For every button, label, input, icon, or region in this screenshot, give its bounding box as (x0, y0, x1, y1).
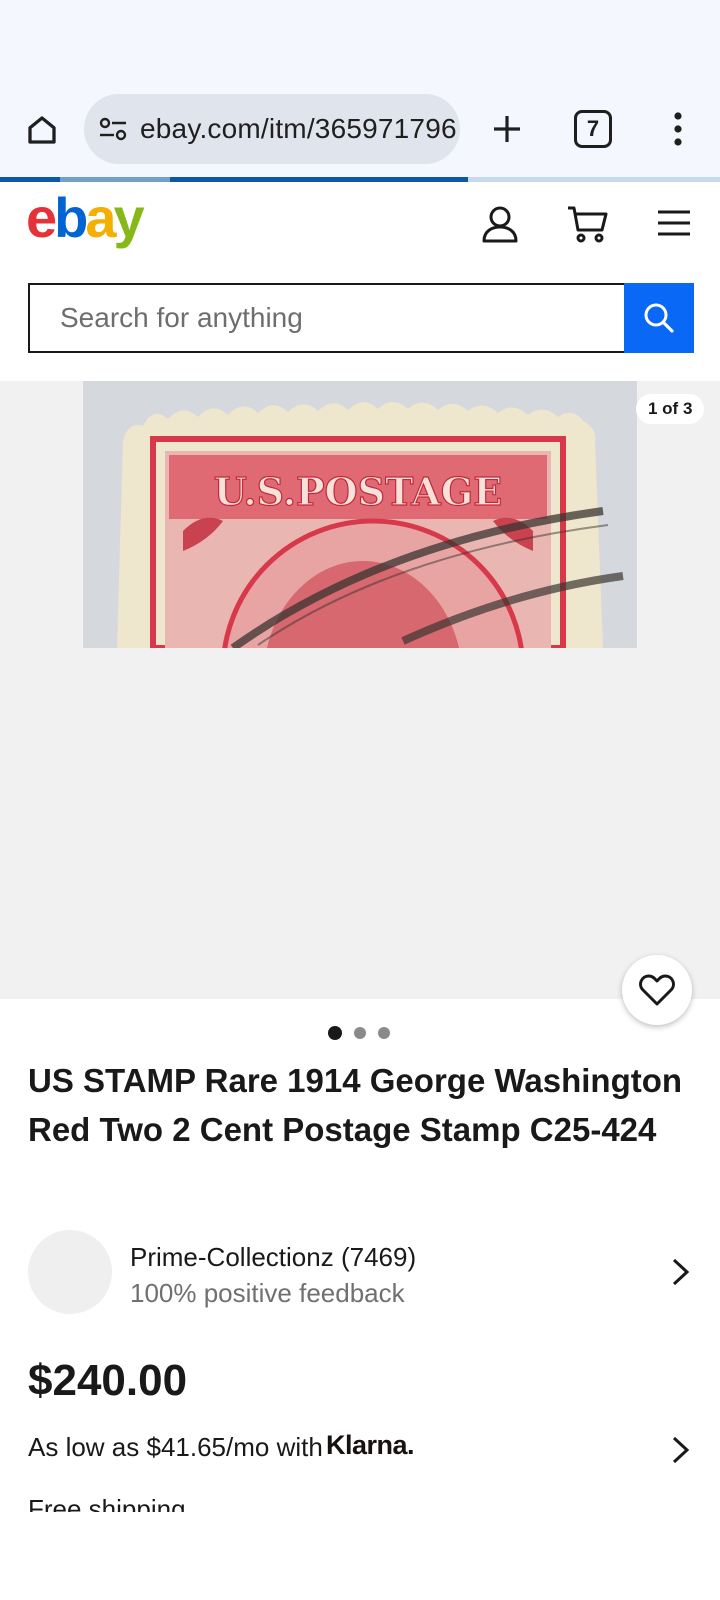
search-icon (644, 303, 674, 333)
item-price: $240.00 (28, 1356, 188, 1405)
cart-icon[interactable] (566, 204, 610, 244)
ebay-logo[interactable]: ebay (26, 190, 145, 246)
financing-row[interactable]: As low as $41.65/mo with Klarna. (28, 1430, 694, 1470)
seller-info-row[interactable]: Prime-Collectionz (7469) 100% positive f… (28, 1230, 694, 1316)
account-icon[interactable] (480, 204, 520, 244)
plus-icon (494, 116, 520, 142)
home-button[interactable] (20, 108, 64, 152)
logo-letter: a (85, 186, 116, 249)
seller-feedback: 100% positive feedback (130, 1278, 405, 1308)
seller-avatar (28, 1230, 112, 1314)
shipping-info: Free shipping (28, 1494, 186, 1512)
image-gallery[interactable]: U.S.POSTAGE 1 of 3 (0, 381, 720, 999)
browser-menu-button[interactable] (658, 106, 698, 152)
address-bar[interactable]: ebay.com/itm/365971796 (84, 94, 460, 164)
heart-icon (639, 974, 675, 1006)
logo-letter: b (54, 186, 88, 249)
url-text: ebay.com/itm/365971796 (140, 113, 457, 144)
watchlist-button[interactable] (622, 955, 692, 1025)
logo-letter: e (26, 186, 57, 249)
new-tab-button[interactable] (484, 106, 530, 152)
tab-switcher-button[interactable]: 7 (574, 110, 612, 148)
site-settings-icon[interactable] (84, 94, 140, 164)
klarna-logo: Klarna. (326, 1430, 415, 1460)
seller-name: Prime-Collectionz (7469) (130, 1242, 417, 1272)
item-title: US STAMP Rare 1914 George Washington Red… (28, 1062, 683, 1148)
chevron-right-icon (672, 1436, 690, 1464)
site-header: ebay (0, 182, 720, 272)
search-bar: Search for anything (28, 283, 694, 353)
image-counter: 1 of 3 (636, 394, 705, 424)
hamburger-menu-icon[interactable] (656, 208, 692, 238)
pagination-dot[interactable] (378, 1027, 390, 1039)
stamp-text: U.S.POSTAGE (214, 469, 502, 514)
more-vert-icon (674, 112, 682, 146)
logo-letter: y (113, 186, 145, 249)
pagination-dot[interactable] (328, 1026, 342, 1040)
search-button[interactable] (624, 283, 694, 353)
status-bar-area (0, 0, 720, 88)
pagination-dot[interactable] (354, 1027, 366, 1039)
browser-toolbar: ebay.com/itm/365971796 7 (0, 88, 720, 180)
financing-text: As low as $41.65/mo with (28, 1432, 323, 1462)
item-image[interactable]: U.S.POSTAGE (83, 381, 637, 648)
home-icon (28, 116, 56, 144)
chevron-right-icon (672, 1258, 690, 1286)
search-input[interactable]: Search for anything (28, 283, 624, 353)
page-bottom-area (0, 1512, 720, 1600)
gallery-pagination (328, 1025, 398, 1041)
